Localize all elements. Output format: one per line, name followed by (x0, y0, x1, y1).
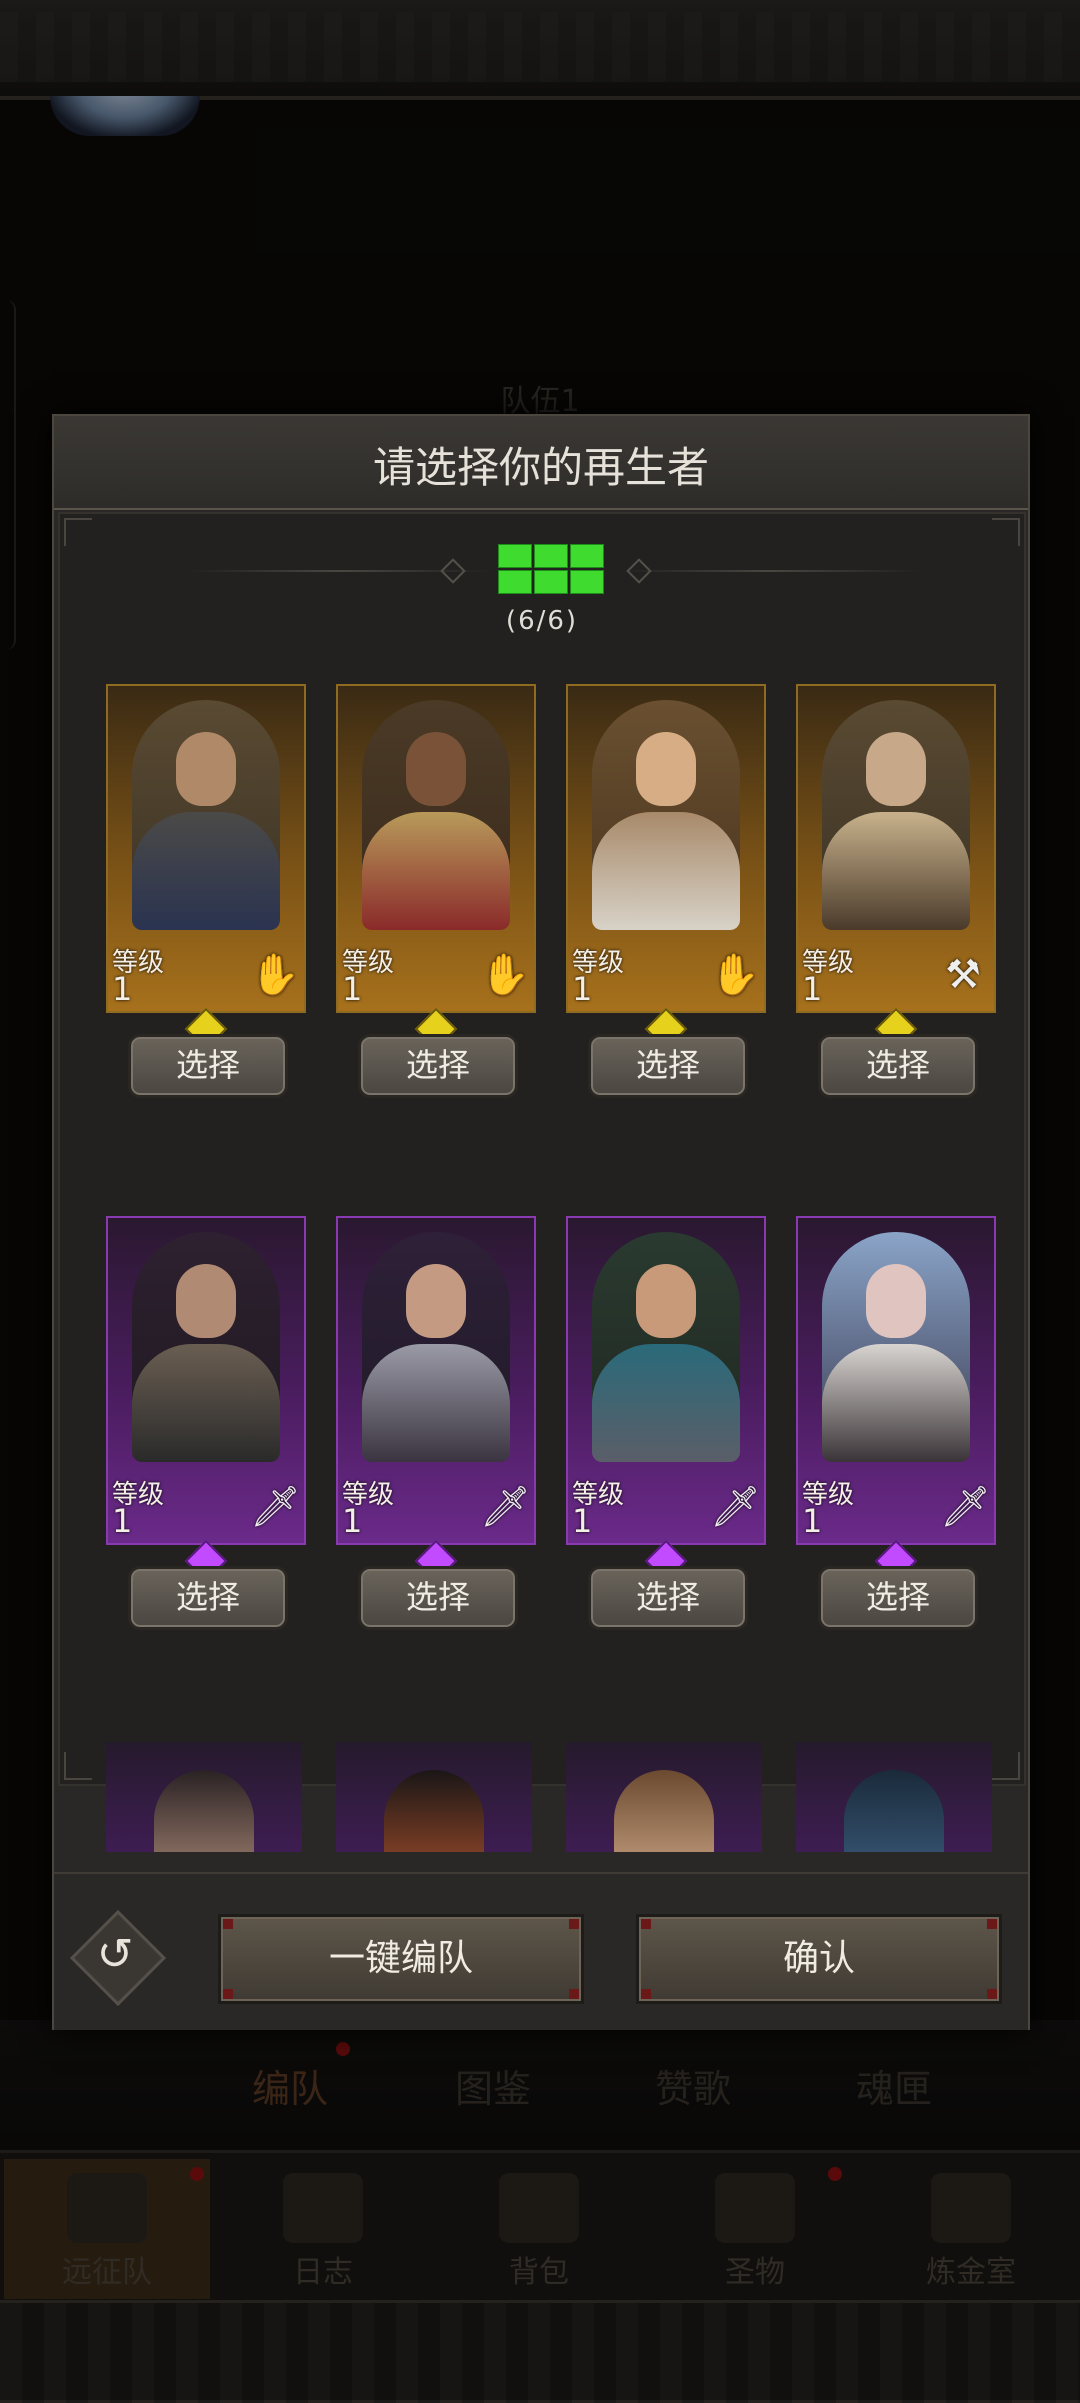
sword-icon: 🗡 (940, 1484, 991, 1530)
hero-list-panel[interactable]: (6/6) 等级 1 ✋ 等级 1 ✋ 等级 1 ✋ 等级 1 ⚒ 选择 选择 … (58, 512, 1026, 1852)
hero-card-partial[interactable] (796, 1742, 992, 1852)
confirm-button[interactable]: 确认 (636, 1914, 1002, 2004)
hero-card[interactable]: 等级 1 🗡 (336, 1216, 536, 1545)
auto-formation-label: 一键编队 (328, 1938, 473, 1979)
hero-card-partial[interactable] (106, 1742, 302, 1852)
hero-portrait (362, 700, 510, 930)
hero-select-dialog: 请选择你的再生者 (6/6) 等级 1 ✋ 等级 1 ✋ 等级 1 ✋ 等级 1… (52, 414, 1030, 2030)
dialog-title-bar: 请选择你的再生者 (54, 416, 1028, 510)
dialog-title: 请选择你的再生者 (372, 443, 709, 492)
hand-icon: ✋ (710, 952, 760, 998)
select-button[interactable]: 选择 (358, 1034, 518, 1098)
hero-portrait (592, 1232, 740, 1462)
hero-card[interactable]: 等级 1 ✋ (336, 684, 536, 1013)
sword-icon: 🗡 (250, 1484, 301, 1530)
team-count: (6/6) (505, 606, 579, 636)
hero-card[interactable]: 等级 1 ⚒ (796, 684, 996, 1013)
hero-card[interactable]: 等级 1 🗡 (566, 1216, 766, 1545)
select-button[interactable]: 选择 (588, 1034, 748, 1098)
level-value: 1 (572, 1502, 593, 1540)
hero-portrait (132, 700, 280, 930)
select-button[interactable]: 选择 (358, 1566, 518, 1630)
hero-card-partial[interactable] (336, 1742, 532, 1852)
select-button[interactable]: 选择 (128, 1034, 288, 1098)
level-value: 1 (112, 1502, 133, 1540)
sword-icon: 🗡 (480, 1484, 531, 1530)
hand-icon: ✋ (480, 952, 530, 998)
hero-card-partial[interactable] (566, 1742, 762, 1852)
hero-card[interactable]: 等级 1 ✋ (106, 684, 306, 1013)
hero-portrait (362, 1232, 510, 1462)
dialog-footer: ↺ 一键编队 确认 (54, 1872, 1028, 2030)
level-value: 1 (802, 1502, 823, 1540)
select-button[interactable]: 选择 (818, 1034, 978, 1098)
hero-portrait (132, 1232, 280, 1462)
team-slots-icon (498, 544, 604, 596)
level-value: 1 (572, 970, 593, 1008)
level-value: 1 (342, 1502, 363, 1540)
hero-portrait (822, 1232, 970, 1462)
undo-icon: ↺ (96, 1929, 134, 1980)
select-button[interactable]: 选择 (128, 1566, 288, 1630)
hero-card[interactable]: 等级 1 ✋ (566, 684, 766, 1013)
level-value: 1 (112, 970, 133, 1008)
sword-icon: 🗡 (710, 1484, 761, 1530)
level-value: 1 (342, 970, 363, 1008)
hero-portrait (822, 700, 970, 930)
select-button[interactable]: 选择 (818, 1566, 978, 1630)
shovel-icon: ⚒ (945, 952, 981, 998)
select-button[interactable]: 选择 (588, 1566, 748, 1630)
confirm-label: 确认 (782, 1938, 855, 1979)
auto-formation-button[interactable]: 一键编队 (218, 1914, 584, 2004)
level-value: 1 (802, 970, 823, 1008)
hero-portrait (592, 700, 740, 930)
hero-card[interactable]: 等级 1 🗡 (106, 1216, 306, 1545)
hand-icon: ✋ (250, 952, 300, 998)
hero-card[interactable]: 等级 1 🗡 (796, 1216, 996, 1545)
